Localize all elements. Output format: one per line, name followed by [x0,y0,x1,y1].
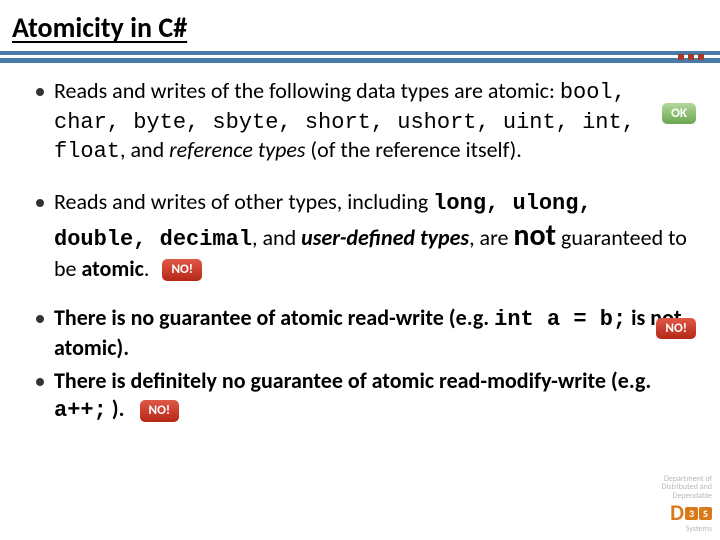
no-badge: NO! [656,318,696,339]
bullet-icon [36,88,44,96]
ok-badge: OK [662,103,696,124]
bullet-1-text: Reads and writes of the following data t… [54,77,690,166]
d3s-logo-icon: D 3 S [662,501,712,525]
footer-line: Systems [662,525,712,534]
no-badge: NO! [162,259,202,281]
corner-dots-icon [678,54,704,60]
bullet-4-text: There is definitely no guarantee of atom… [54,367,690,424]
bullet-icon [36,378,44,386]
bullet-4: There is definitely no guarantee of atom… [36,367,690,424]
bullet-icon [36,199,44,207]
footer-logo: Department of Distributed and Dependable… [662,475,712,534]
bullet-1: Reads and writes of the following data t… [36,77,690,166]
slide-content: Reads and writes of the following data t… [0,71,720,424]
bullet-2-text: Reads and writes of other types, includi… [54,188,690,283]
no-badge: NO! [140,400,180,422]
bullet-3: There is no guarantee of atomic read-wri… [36,304,690,361]
title-divider [0,51,720,63]
bullet-icon [36,315,44,323]
bullet-2: Reads and writes of other types, includi… [36,188,690,283]
bullet-3-text: There is no guarantee of atomic read-wri… [54,304,690,361]
slide-title: Atomicity in C# [0,0,720,49]
